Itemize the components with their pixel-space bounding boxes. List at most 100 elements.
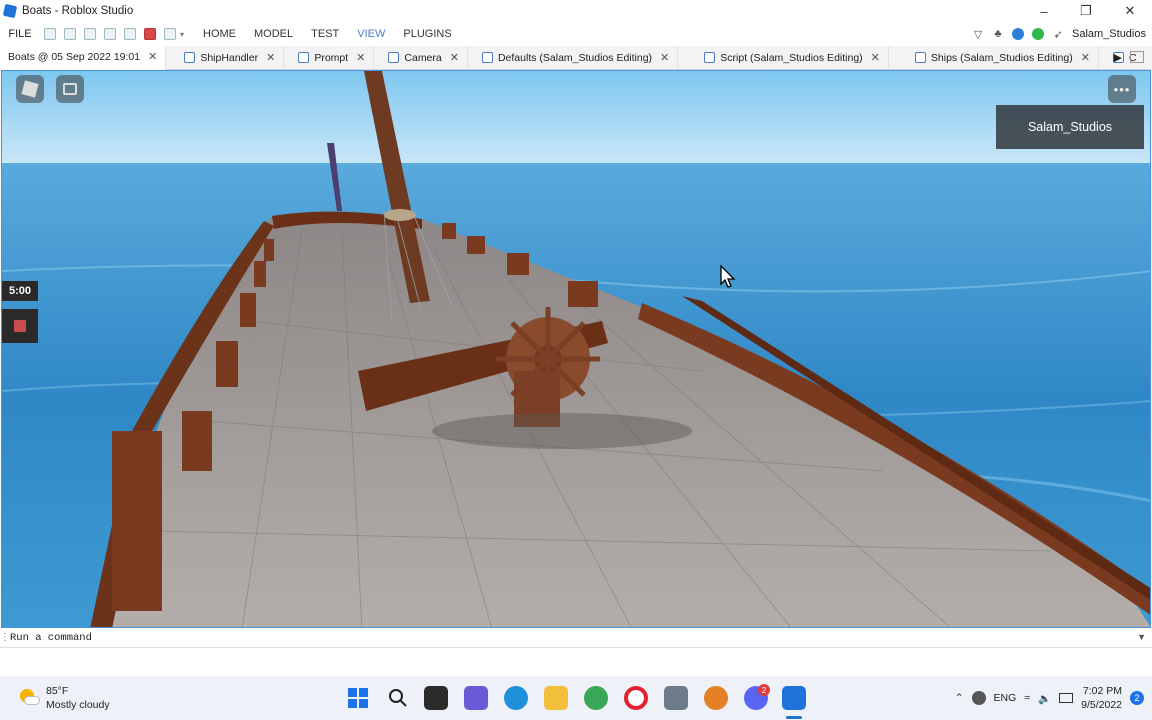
- tab-label: ShipHandler: [200, 51, 259, 64]
- tab-defaults[interactable]: Defaults (Salam_Studios Editing) ✕: [468, 45, 679, 70]
- script-icon: [914, 52, 926, 63]
- drag-handle-icon[interactable]: ⋮: [0, 632, 10, 643]
- file-menu[interactable]: FILE: [0, 22, 40, 46]
- blender-icon[interactable]: [704, 686, 728, 710]
- close-window-button[interactable]: ✕: [1110, 0, 1150, 22]
- tab-label: Prompt: [314, 51, 349, 64]
- command-dropdown-icon[interactable]: ▼: [1137, 632, 1146, 642]
- more-options-button[interactable]: •••: [1108, 75, 1136, 103]
- chat-button[interactable]: [56, 75, 84, 103]
- weather-widget[interactable]: 85°F Mostly cloudy: [18, 684, 110, 712]
- tab-label: Camera: [404, 51, 442, 64]
- task-view-icon[interactable]: [424, 686, 448, 710]
- menu-model[interactable]: MODEL: [245, 22, 302, 46]
- collapse-ribbon-icon[interactable]: ▽: [972, 28, 984, 41]
- tab-ships[interactable]: Ships (Salam_Studios Editing) ✕: [889, 45, 1099, 70]
- window-title: Boats - Roblox Studio: [22, 5, 134, 17]
- clock-date: 9/5/2022: [1081, 699, 1122, 711]
- clock[interactable]: 7:02 PM 9/5/2022: [1081, 684, 1122, 712]
- tab-label: Script (Salam_Studios Editing): [720, 51, 863, 64]
- close-tab-icon[interactable]: ✕: [450, 51, 459, 64]
- game-viewport[interactable]: ••• Salam_Studios 5:00: [1, 70, 1151, 628]
- timer-display: 5:00: [2, 281, 38, 301]
- menu-home[interactable]: HOME: [194, 22, 245, 46]
- new-file-icon[interactable]: [44, 28, 56, 40]
- volume-icon[interactable]: 🔈: [1038, 692, 1051, 705]
- weather-desc: Mostly cloudy: [46, 699, 110, 711]
- stop-icon[interactable]: [144, 28, 156, 40]
- menu-view[interactable]: VIEW: [348, 22, 394, 46]
- system-tray: ⌃ ENG ≈ 🔈 7:02 PM 9/5/2022 2: [955, 676, 1144, 720]
- script-icon: [704, 52, 716, 63]
- ship-deck-scene: [2, 71, 1150, 627]
- weather-temp: 85°F: [46, 685, 69, 697]
- close-tab-icon[interactable]: ✕: [356, 51, 365, 64]
- search-icon[interactable]: [386, 686, 410, 710]
- notification-bell-icon[interactable]: ♣: [992, 28, 1004, 40]
- save-icon[interactable]: [124, 28, 136, 40]
- tab-label: Boats @ 05 Sep 2022 19:01: [8, 50, 141, 63]
- menu-test[interactable]: TEST: [302, 22, 348, 46]
- stop-icon: [14, 320, 26, 332]
- close-tab-icon[interactable]: ✕: [660, 51, 669, 64]
- windows-start-icon[interactable]: [346, 686, 370, 710]
- calculator-icon[interactable]: [664, 686, 688, 710]
- teams-chat-icon[interactable]: [464, 686, 488, 710]
- language-indicator[interactable]: ENG: [994, 692, 1017, 704]
- security-icon[interactable]: [971, 691, 986, 705]
- opera-icon[interactable]: [624, 686, 648, 710]
- tab-camera[interactable]: Camera ✕: [374, 45, 468, 70]
- undo-icon[interactable]: [164, 28, 176, 40]
- script-icon: [481, 52, 493, 63]
- command-bar: ⋮ ▼: [0, 628, 1152, 648]
- ribbon-right-icons: ▽ ♣ ➶ Salam_Studios: [972, 22, 1146, 46]
- battery-icon[interactable]: [1059, 693, 1074, 703]
- windows-taskbar: 85°F Mostly cloudy 2 ⌃ ENG ≈ 🔈 7:02 PM 9…: [0, 676, 1152, 720]
- user-name[interactable]: Salam_Studios: [1072, 28, 1146, 40]
- redo-icon[interactable]: [104, 28, 116, 40]
- tab-scroll-right-icon[interactable]: ▶: [1114, 51, 1122, 64]
- wifi-icon[interactable]: ≈: [1024, 692, 1030, 704]
- chrome-icon[interactable]: [584, 686, 608, 710]
- script-icon: [388, 52, 400, 63]
- close-tab-icon[interactable]: ✕: [266, 51, 275, 64]
- chevron-up-icon[interactable]: ⌃: [955, 692, 964, 704]
- document-tab-bar: Boats @ 05 Sep 2022 19:01 ✕ ShipHandler …: [0, 45, 1152, 70]
- tab-label: Defaults (Salam_Studios Editing): [497, 51, 653, 64]
- notification-count[interactable]: 2: [1130, 691, 1144, 705]
- tab-script[interactable]: Script (Salam_Studios Editing) ✕: [678, 45, 889, 70]
- discord-badge: 2: [758, 684, 770, 696]
- roblox-studio-taskbar-icon[interactable]: [782, 686, 806, 710]
- tab-shiphandler[interactable]: ShipHandler ✕: [166, 45, 285, 70]
- file-explorer-icon[interactable]: [544, 686, 568, 710]
- tab-label: Ships (Salam_Studios Editing): [930, 51, 1073, 64]
- mouse-cursor-icon: [720, 265, 736, 288]
- quick-access-dropdown-icon[interactable]: ▾: [180, 30, 184, 39]
- command-input[interactable]: [10, 631, 1120, 644]
- copy-icon[interactable]: [64, 28, 76, 40]
- roblox-menu-button[interactable]: [16, 75, 44, 103]
- menu-plugins[interactable]: PLUGINS: [394, 22, 460, 46]
- edge-browser-icon[interactable]: [504, 686, 528, 710]
- close-tab-icon[interactable]: ✕: [148, 50, 157, 63]
- tab-boats[interactable]: Boats @ 05 Sep 2022 19:01 ✕: [0, 45, 167, 70]
- script-icon: [298, 52, 310, 63]
- team-create-icon[interactable]: [84, 28, 96, 40]
- close-tab-icon[interactable]: ✕: [1081, 51, 1090, 64]
- close-tab-icon[interactable]: ✕: [871, 51, 880, 64]
- clock-time: 7:02 PM: [1082, 685, 1122, 697]
- active-app-indicator: [786, 716, 802, 719]
- script-icon: [184, 52, 196, 63]
- stop-button[interactable]: [2, 309, 38, 343]
- weather-cloud-icon: [18, 687, 40, 709]
- status-online-icon: [1032, 28, 1044, 40]
- title-bar: Boats - Roblox Studio – ❐ ✕: [0, 0, 1152, 22]
- tab-maximize-icon[interactable]: [1130, 51, 1144, 63]
- minimize-button[interactable]: –: [1024, 0, 1064, 22]
- ellipsis-icon: •••: [1113, 81, 1131, 97]
- restore-button[interactable]: ❐: [1066, 0, 1106, 22]
- roblox-studio-icon: [2, 3, 18, 19]
- help-icon[interactable]: [1012, 28, 1024, 40]
- share-icon[interactable]: ➶: [1052, 28, 1064, 41]
- tab-prompt[interactable]: Prompt ✕: [284, 45, 375, 70]
